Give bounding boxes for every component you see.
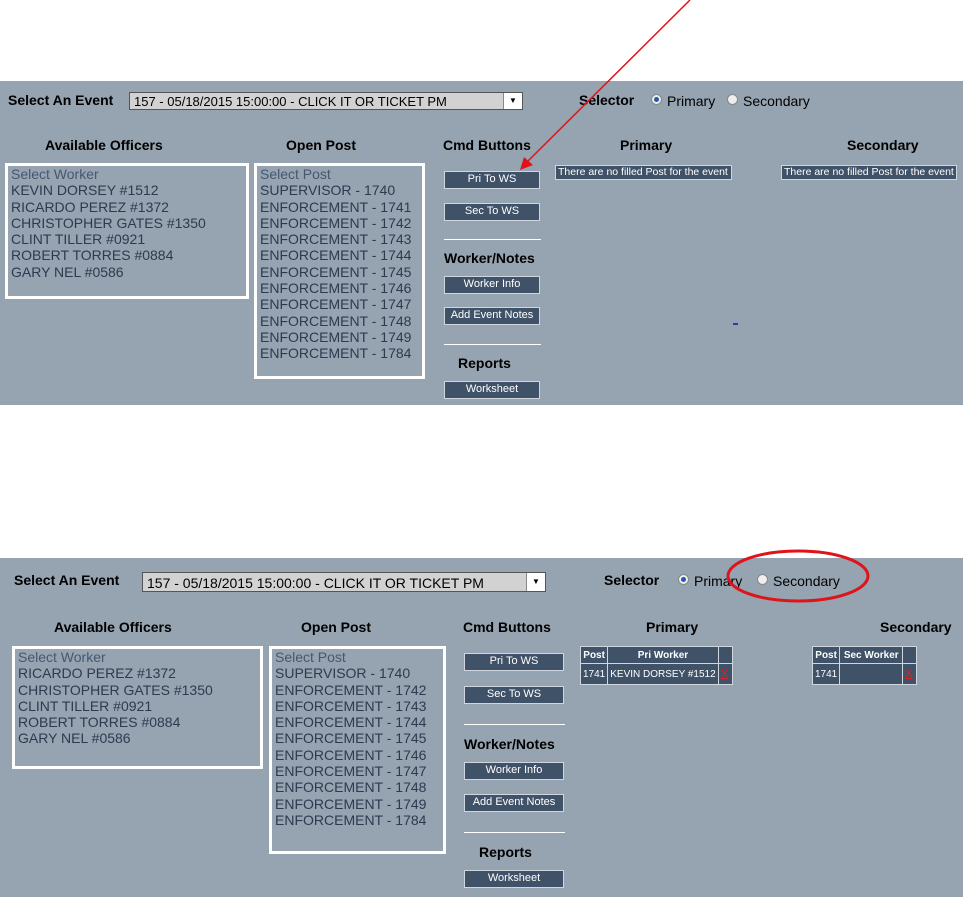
annotation-overlay [520,0,870,603]
annotation-arrow-line [526,0,691,163]
annotation-highlight-ellipse [726,549,870,603]
